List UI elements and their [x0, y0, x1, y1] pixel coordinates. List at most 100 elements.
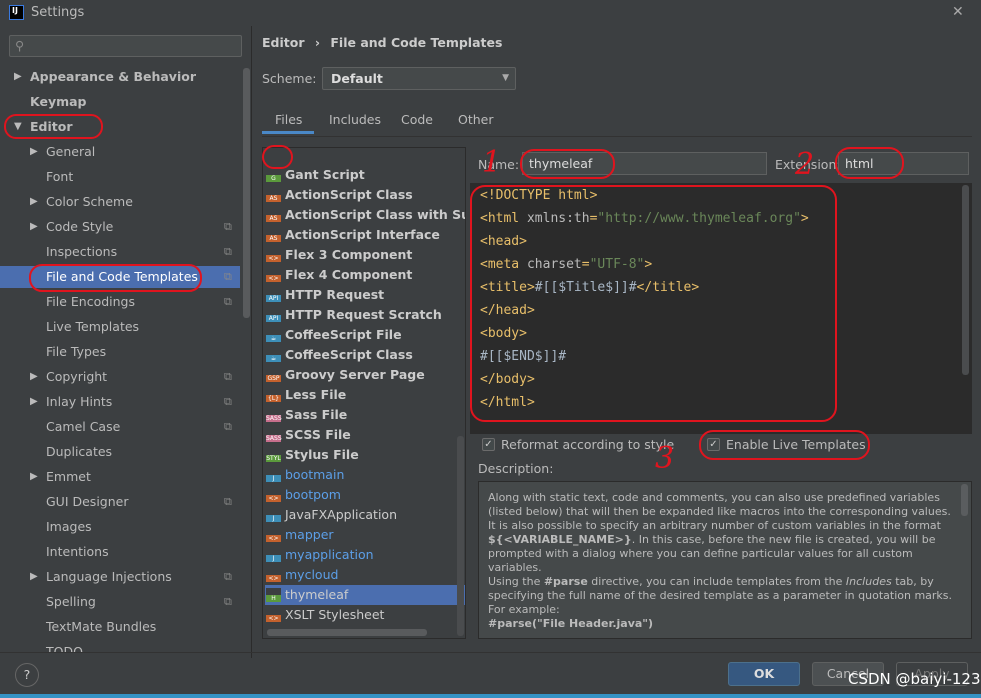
settings-search-input[interactable]: ⚲ — [9, 35, 242, 57]
template-name-input[interactable]: thymeleaf — [522, 152, 767, 175]
ok-button[interactable]: OK — [728, 662, 800, 686]
file-type-icon: <> — [266, 488, 281, 502]
project-scope-icon: ⧉ — [224, 420, 232, 433]
file-type-icon: API — [266, 288, 281, 302]
reformat-checkbox[interactable]: ✓ — [482, 438, 495, 451]
list-vertical-scrollbar[interactable] — [457, 436, 464, 636]
expand-arrow-icon[interactable]: ▶ — [30, 216, 38, 238]
sidebar-item-duplicates[interactable]: Duplicates — [0, 441, 240, 463]
template-list-item[interactable]: API HTTP Request — [265, 285, 465, 305]
template-list-item[interactable]: GSP Groovy Server Page — [265, 365, 465, 385]
template-list-item[interactable]: Jbootmain — [265, 465, 465, 485]
template-list-item[interactable]: SASS Sass File — [265, 405, 465, 425]
template-list-item[interactable]: {L} Less File — [265, 385, 465, 405]
sidebar-item-spelling[interactable]: Spelling ⧉ — [0, 591, 240, 613]
template-list-item[interactable]: ☕ CoffeeScript Class — [265, 345, 465, 365]
tab-code[interactable]: Code — [388, 112, 445, 134]
live-templates-checkbox[interactable]: ✓ — [707, 438, 720, 451]
template-name: Gant Script — [285, 167, 365, 182]
file-type-icon: H — [266, 588, 281, 602]
tab-other[interactable]: Other — [445, 112, 506, 134]
file-type-icon: J — [266, 548, 281, 562]
template-list-item[interactable]: STYL Stylus File — [265, 445, 465, 465]
collapse-arrow-icon[interactable]: ▼ — [14, 116, 22, 138]
sidebar-item-color-scheme[interactable]: ▶ Color Scheme — [0, 191, 240, 213]
sidebar-item-emmet[interactable]: ▶ Emmet — [0, 466, 240, 488]
template-name: myapplication — [285, 547, 374, 562]
template-name: HTTP Request — [285, 287, 385, 302]
template-list-item[interactable]: <> Flex 4 Component — [265, 265, 465, 285]
expand-arrow-icon[interactable]: ▶ — [30, 466, 38, 488]
template-list-item[interactable]: <> mycloud — [265, 565, 465, 585]
sidebar-item-camel-case[interactable]: Camel Case ⧉ — [0, 416, 240, 438]
sidebar-item-file-types[interactable]: File Types — [0, 341, 240, 363]
help-button[interactable]: ? — [15, 663, 39, 687]
code-line: <body> — [480, 326, 527, 341]
template-extension-input[interactable]: html — [838, 152, 969, 175]
sidebar-item-gui-designer[interactable]: GUI Designer ⧉ — [0, 491, 240, 513]
template-list-item[interactable]: <> mapper — [265, 525, 465, 545]
code-line: <html xmlns:th="http://www.thymeleaf.org… — [480, 211, 809, 226]
sidebar-item-intentions[interactable]: Intentions — [0, 541, 240, 563]
expand-arrow-icon[interactable]: ▶ — [30, 191, 38, 213]
extension-label: Extension: — [775, 157, 841, 172]
name-label: Name: — [478, 157, 520, 172]
sidebar-item-live-templates[interactable]: Live Templates — [0, 316, 240, 338]
sidebar-item-editor[interactable]: ▼ Editor — [0, 116, 240, 138]
sidebar-item-code-style[interactable]: ▶ Code Style ⧉ — [0, 216, 240, 238]
sidebar-item-keymap[interactable]: Keymap — [0, 91, 240, 113]
breadcrumb-parent[interactable]: Editor — [262, 35, 305, 50]
tab-includes[interactable]: Includes — [316, 112, 393, 134]
sidebar-item-inspections[interactable]: Inspections ⧉ — [0, 241, 240, 263]
description-scrollbar[interactable] — [961, 484, 968, 516]
settings-tree: ▶ Appearance & Behavior Keymap ▼ Editor ▶ Gene… — [0, 66, 243, 652]
template-list-item[interactable]: J JavaFXApplication — [265, 505, 465, 525]
sidebar-item-label: Duplicates — [46, 444, 113, 459]
sidebar-item-inlay-hints[interactable]: ▶ Inlay Hints ⧉ — [0, 391, 240, 413]
template-list-item[interactable]: <> bootpom — [265, 485, 465, 505]
template-list-item[interactable]: API HTTP Request Scratch — [265, 305, 465, 325]
template-name: ActionScript Interface — [285, 227, 440, 242]
template-name: mycloud — [285, 567, 339, 582]
sidebar-item-language-injections[interactable]: ▶ Language Injections ⧉ — [0, 566, 240, 588]
file-type-icon: ☕ — [266, 328, 281, 342]
close-icon[interactable]: ✕ — [952, 4, 964, 20]
template-list-item[interactable]: <> Flex 3 Component — [265, 245, 465, 265]
sidebar-item-textmate-bundles[interactable]: TextMate Bundles — [0, 616, 240, 638]
sidebar-item-general[interactable]: ▶ General — [0, 141, 240, 163]
list-horizontal-scrollbar[interactable] — [267, 629, 427, 636]
editor-scrollbar[interactable] — [962, 185, 969, 375]
expand-arrow-icon[interactable]: ▶ — [30, 391, 38, 413]
expand-arrow-icon[interactable]: ▶ — [30, 141, 38, 163]
template-list-item[interactable]: AS ActionScript Interface — [265, 225, 465, 245]
sidebar-item-label: Appearance & Behavior — [30, 69, 196, 84]
template-list-item[interactable]: SASS SCSS File — [265, 425, 465, 445]
tab-files[interactable]: Files — [262, 112, 315, 134]
file-type-icon: AS — [266, 228, 281, 242]
template-list-item[interactable]: <> XSLT Stylesheet — [265, 605, 465, 625]
sidebar-item-appearance-behavior[interactable]: ▶ Appearance & Behavior — [0, 66, 240, 88]
template-name: thymeleaf — [285, 587, 349, 602]
sidebar-item-file-and-code-templates[interactable]: File and Code Templates ⧉ — [0, 266, 240, 288]
template-list-item[interactable]: AS ActionScript Class — [265, 185, 465, 205]
expand-arrow-icon[interactable]: ▶ — [14, 66, 22, 88]
sidebar-item-copyright[interactable]: ▶ Copyright ⧉ — [0, 366, 240, 388]
expand-arrow-icon[interactable]: ▶ — [30, 566, 38, 588]
template-code-editor[interactable]: <!DOCTYPE html> <html xmlns:th="http://ww… — [470, 183, 972, 434]
template-list-item[interactable]: AS ActionScript Class with Supers — [265, 205, 465, 225]
template-list-item[interactable]: Jmyapplication — [265, 545, 465, 565]
window-title: Settings — [31, 5, 85, 20]
template-list-item[interactable]: ☕ CoffeeScript File — [265, 325, 465, 345]
template-list-item[interactable]: G Gant Script — [265, 165, 465, 185]
sidebar-item-file-encodings[interactable]: File Encodings ⧉ — [0, 291, 240, 313]
sidebar-item-font[interactable]: Font — [0, 166, 240, 188]
template-name: ActionScript Class — [285, 187, 413, 202]
template-list-item[interactable]: Hthymeleaf — [265, 585, 465, 605]
expand-arrow-icon[interactable]: ▶ — [30, 366, 38, 388]
sidebar-scrollbar[interactable] — [243, 68, 250, 318]
sidebar-item-images[interactable]: Images — [0, 516, 240, 538]
sidebar-item-label: Intentions — [46, 544, 109, 559]
breadcrumb-separator: › — [314, 35, 321, 50]
sidebar-item-todo[interactable]: TODO — [0, 641, 240, 652]
scheme-dropdown[interactable]: Default ▼ — [322, 67, 516, 90]
